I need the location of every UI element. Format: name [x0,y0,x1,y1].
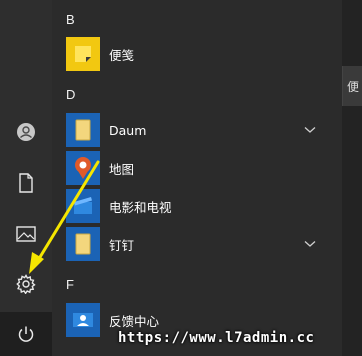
app-item-maps[interactable]: 地图 [52,149,327,187]
watermark: https://www.l7admin.cc [118,330,315,346]
section-header-f[interactable]: F [66,277,74,292]
power-button[interactable] [0,312,52,356]
app-item-sticky-notes[interactable]: 便笺 [52,35,327,73]
app-label: Daum [109,122,147,138]
feedback-hub-tile [66,303,100,337]
app-label: 反馈中心 [109,313,160,329]
chevron-down-icon[interactable] [304,126,316,134]
app-label: 钉钉 [109,237,135,253]
user-icon [17,123,35,141]
sticky-notes-tile [66,37,100,71]
tile-edge-text: 便 [347,80,360,94]
pictures-button[interactable] [0,212,52,256]
daum-tile [66,113,100,147]
tiles-area-edge [342,0,362,356]
app-label: 地图 [109,161,135,177]
folder-icon [75,119,91,141]
dingtalk-tile [66,227,100,261]
movies-tv-icon [74,197,92,214]
pictures-icon [16,226,36,242]
sticky-notes-icon [75,46,91,62]
user-account-button[interactable] [0,110,52,154]
section-header-b[interactable]: B [66,12,75,27]
app-label: 便笺 [109,47,135,63]
power-icon [18,326,34,342]
app-item-dingtalk[interactable]: 钉钉 [52,225,327,263]
folder-icon [75,233,91,255]
app-item-daum[interactable]: Daum [52,111,327,149]
maps-tile [66,151,100,185]
settings-icon [16,274,36,294]
app-item-movies-tv[interactable]: 电影和电视 [52,187,327,225]
chevron-down-icon[interactable] [304,240,316,248]
app-list: B 便笺 D Daum 地图 电影和电视 钉钉 F 反馈中心 [52,0,342,356]
section-header-d[interactable]: D [66,87,75,102]
app-label: 电影和电视 [109,199,172,215]
movies-tv-tile [66,189,100,223]
documents-button[interactable] [0,161,52,205]
maps-icon [75,157,91,179]
settings-button[interactable] [0,262,52,306]
documents-icon [19,173,33,193]
feedback-hub-icon [73,313,93,327]
start-menu-rail [0,0,52,356]
